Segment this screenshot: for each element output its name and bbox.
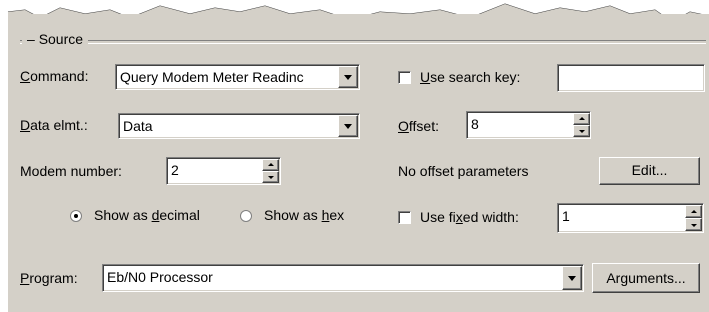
offset-spin-down[interactable] <box>573 125 590 137</box>
group-title: – Source <box>22 31 89 47</box>
show-decimal-radio[interactable] <box>70 210 82 222</box>
command-dropdown-button[interactable] <box>338 66 358 88</box>
data-elmt-value: Data <box>123 118 153 134</box>
data-elmt-dropdown-button[interactable] <box>338 115 358 137</box>
fixed-width-value: 1 <box>562 208 570 224</box>
edit-button[interactable]: Edit... <box>599 157 700 185</box>
modem-number-spin-down[interactable] <box>262 171 279 183</box>
show-hex-radio[interactable] <box>240 210 252 222</box>
modem-number-spin-up[interactable] <box>262 159 279 171</box>
command-dropdown[interactable]: Query Modem Meter Readinc <box>115 64 360 90</box>
offset-params-text: No offset parameters <box>398 163 529 179</box>
fixed-width-label[interactable]: Use fixed width: <box>420 209 519 225</box>
data-elmt-label: Data elmt.: <box>20 117 88 133</box>
search-key-label[interactable]: Use search key: <box>420 69 520 85</box>
search-key-input[interactable] <box>557 64 705 92</box>
fixed-width-spin-down[interactable] <box>685 218 702 231</box>
fixed-width-input[interactable]: 1 <box>557 203 704 233</box>
data-elmt-dropdown[interactable]: Data <box>118 113 360 139</box>
group-separator <box>20 40 706 44</box>
modem-number-value: 2 <box>171 162 179 178</box>
search-key-checkbox[interactable] <box>398 71 411 84</box>
command-label: Command: <box>20 68 89 84</box>
program-dropdown[interactable]: Eb/N0 Processor <box>102 264 584 292</box>
program-dropdown-button[interactable] <box>562 266 582 290</box>
command-value: Query Modem Meter Readinc <box>120 69 304 85</box>
program-label: Program: <box>20 270 78 286</box>
group-title-text: Source <box>38 31 84 47</box>
edit-button-label: Edit... <box>631 162 668 178</box>
modem-number-label: Modem number: <box>20 163 122 179</box>
fixed-width-checkbox[interactable] <box>398 211 411 224</box>
offset-label: Offset: <box>398 118 439 134</box>
show-decimal-label[interactable]: Show as decimal <box>94 207 200 223</box>
arguments-button-label: Arguments... <box>606 270 686 286</box>
show-hex-label[interactable]: Show as hex <box>264 207 344 223</box>
fixed-width-spin-up[interactable] <box>685 205 702 218</box>
offset-value: 8 <box>471 116 479 132</box>
panel-torn-top <box>8 4 709 30</box>
offset-spin-up[interactable] <box>573 113 590 125</box>
program-value: Eb/N0 Processor <box>107 269 213 285</box>
arguments-button[interactable]: Arguments... <box>592 263 700 293</box>
